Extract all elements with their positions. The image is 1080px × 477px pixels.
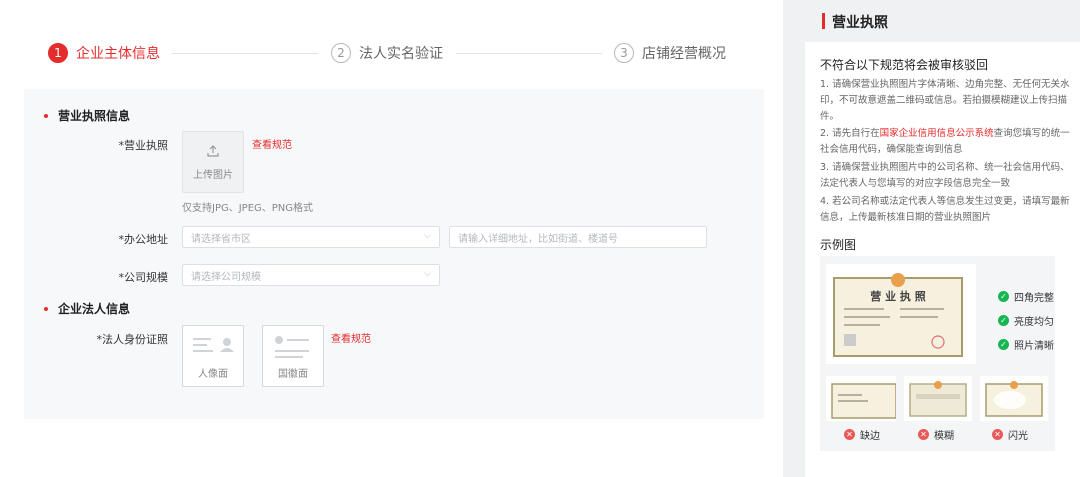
bad-example-glare [980,376,1048,421]
check-icon: ✓ [998,315,1009,326]
company-scale-select[interactable]: 请选择公司规模 ⌵ [182,264,440,286]
bad-label: 缺边 [860,431,880,442]
license-upload-button[interactable]: 上传图片 [182,131,244,193]
rule-3: 3. 请确保营业执照图片中的公司名称、统一社会信用代码、法定代表人与您填写的对应… [820,162,1070,189]
step-2-label: 法人实名验证 [359,46,443,62]
step-indicator: 1 企业主体信息 2 法人实名验证 3 店铺经营概况 [48,42,738,66]
id-spec-link[interactable]: 查看规范 [331,330,371,345]
step-3-number: 3 [614,43,634,63]
bad-label: 闪光 [1008,431,1028,442]
check-icon: ✓ [998,339,1009,350]
ok-label: 亮度均匀 [1014,317,1054,328]
address-detail-input[interactable]: 请输入详细地址，比如街道、楼道号 [449,226,707,248]
step-2[interactable]: 2 法人实名验证 [331,42,443,64]
ok-label: 照片清晰 [1014,341,1054,352]
step-1-number: 1 [48,43,68,63]
upload-icon [207,144,219,157]
bad-example-blurry [904,376,972,421]
accent-bar [822,13,825,29]
section-license-info: 营业执照信息 [44,107,130,124]
region-select[interactable]: 请选择省市区 ⌵ [182,226,440,248]
step-1-label: 企业主体信息 [76,46,160,62]
ok-brightness: ✓ 亮度均匀 [998,313,1054,328]
bullet-icon [44,113,48,118]
id-card-back-icon [275,336,309,358]
section-title: 营业执照信息 [58,109,131,123]
rules-title: 不符合以下规范将会被审核驳回 [820,58,989,72]
bad-example-cropped [826,376,896,421]
ok-clear: ✓ 照片清晰 [998,337,1054,352]
ok-corners: ✓ 四角完整 [998,289,1054,304]
main-form-area: 1 企业主体信息 2 法人实名验证 3 店铺经营概况 营业执照信息 *营业执照 … [0,0,783,477]
step-1[interactable]: 1 企业主体信息 [48,42,160,64]
example-label: 示例图 [820,238,857,252]
ok-label: 四角完整 [1014,293,1054,304]
form-panel: 营业执照信息 *营业执照 上传图片 查看规范 仅支持JPG、JPEG、PNG格式… [24,89,764,419]
license-example-image: 营 业 执 照 [826,264,976,364]
close-icon: ✕ [992,429,1003,440]
step-3[interactable]: 3 店铺经营概况 [614,42,726,64]
rule-2-text: 2. 请先自行在 [820,128,880,139]
legal-id-label: *法人身份证照 [96,333,169,346]
section-legal-info: 企业法人信息 [44,300,130,317]
close-icon: ✕ [918,429,929,440]
credit-system-link[interactable]: 国家企业信用信息公示系统 [880,128,994,139]
id-front-upload[interactable]: 人像面 [182,325,244,387]
step-2-number: 2 [331,43,351,63]
bad-blurry: ✕ 模糊 [918,427,954,442]
address-detail-placeholder: 请输入详细地址，比如街道、楼道号 [458,233,618,245]
format-hint: 仅支持JPG、JPEG、PNG格式 [182,203,314,214]
example-images: 营 业 执 照 ✓ 四角完整 ✓ 亮度均匀 ✓ 照片清晰 ✕ 缺边 ✕ 模糊 ✕… [820,256,1055,451]
cert-title: 营 业 执 照 [870,289,926,303]
close-icon: ✕ [844,429,855,440]
bullet-icon [44,306,48,311]
bad-glare: ✕ 闪光 [992,427,1028,442]
bad-label: 模糊 [934,431,954,442]
rule-2: 2. 请先自行在国家企业信用信息公示系统查询您填写的统一社会信用代码，确保能查询… [820,126,1070,158]
region-placeholder: 请选择省市区 [191,233,251,245]
bad-cropped: ✕ 缺边 [844,427,880,442]
license-guide-panel: 营业执照 不符合以下规范将会被审核驳回 1. 请确保营业执照图片字体清晰、边角完… [805,0,1080,477]
scale-placeholder: 请选择公司规模 [191,271,261,283]
guide-header: 营业执照 [805,0,1080,42]
id-card-front-icon [193,338,234,352]
upload-text: 上传图片 [193,169,233,181]
scale-label: *公司规模 [118,271,169,284]
rule-1: 1. 请确保营业执照图片字体清晰、边角完整、无任何无关水印，不可故意遮盖二维码或… [820,79,1070,122]
step-connector [456,53,602,54]
license-spec-link[interactable]: 查看规范 [252,136,292,151]
address-label: *办公地址 [118,233,169,246]
chevron-down-icon: ⌵ [424,231,431,241]
step-3-label: 店铺经营概况 [642,46,726,62]
id-front-caption: 人像面 [198,369,228,380]
chevron-down-icon: ⌵ [424,269,431,279]
rule-4: 4. 若公司名称或法定代表人等信息发生过变更，请填写最新信息，上传最新核准日期的… [820,196,1070,223]
id-back-upload[interactable]: 国徽面 [262,325,324,387]
section-title: 企业法人信息 [58,302,131,316]
check-icon: ✓ [998,291,1009,302]
id-back-caption: 国徽面 [278,369,308,380]
license-label: *营业执照 [118,139,169,152]
guide-title: 营业执照 [832,15,888,31]
step-connector [172,53,318,54]
